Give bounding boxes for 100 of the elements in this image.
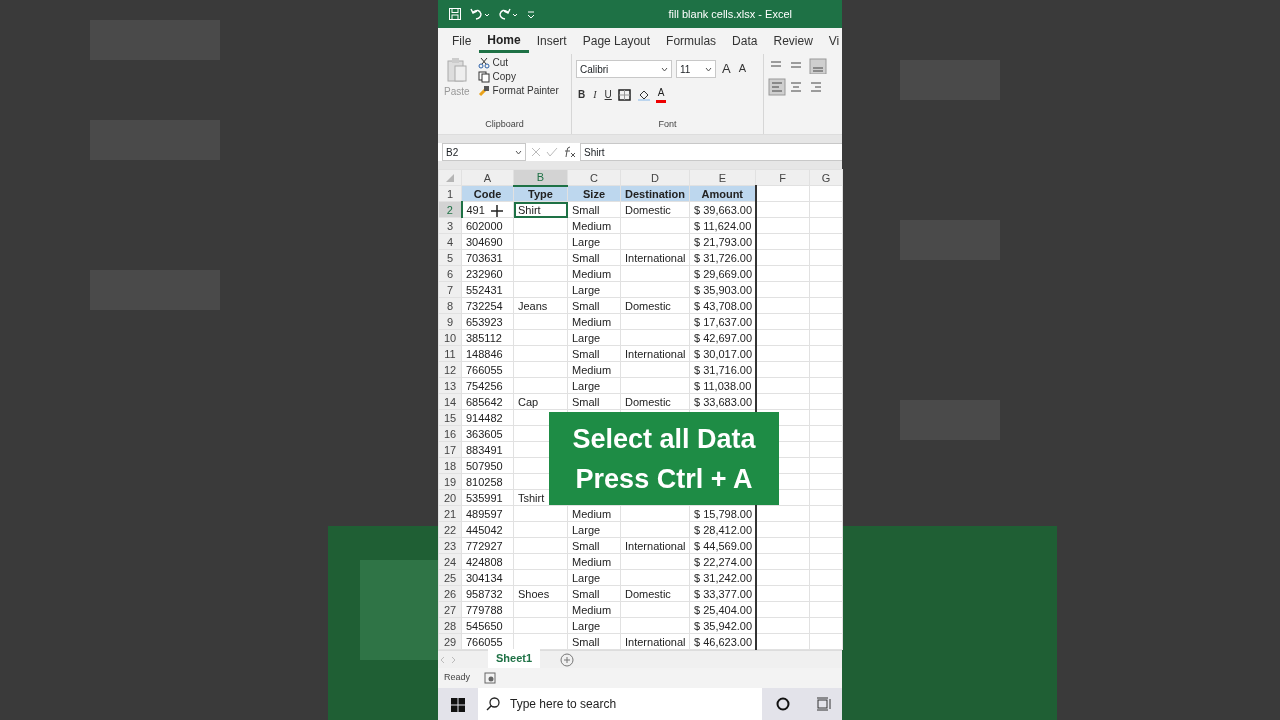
window-title: fill blank cells.xlsx - Excel (668, 6, 792, 22)
undo-icon[interactable] (470, 7, 490, 21)
table-cell: $ 42,697.00 (689, 329, 756, 346)
table-cell: 148846 (461, 345, 514, 362)
underline-button[interactable]: U (602, 87, 614, 102)
table-cell: Domestic (620, 201, 690, 218)
format-painter-button[interactable]: Format Painter (475, 84, 561, 98)
italic-button[interactable]: I (591, 87, 599, 102)
search-icon (486, 697, 500, 711)
ribbon-tab[interactable]: Vi (820, 31, 848, 51)
table-cell: 385112 (461, 329, 514, 346)
table-cell: Shirt (513, 201, 568, 218)
borders-icon[interactable] (617, 88, 632, 101)
table-cell: Medium (567, 217, 621, 234)
formula-field[interactable]: Shirt (580, 143, 842, 161)
redo-icon[interactable] (498, 7, 518, 21)
shrink-font-button[interactable]: A (736, 61, 748, 77)
table-cell: Small (567, 633, 621, 650)
font-size-field[interactable]: 11 (676, 60, 716, 78)
circle-icon[interactable] (776, 697, 790, 711)
table-cell: Large (567, 233, 621, 250)
macro-record-icon (484, 672, 496, 684)
table-cell: 304134 (461, 569, 514, 586)
table-cell: Small (567, 297, 621, 314)
column-header[interactable]: F (755, 169, 810, 186)
table-cell: Medium (567, 361, 621, 378)
caret-icon[interactable] (526, 9, 536, 19)
column-header[interactable]: B (513, 169, 568, 186)
column-header[interactable]: C (567, 169, 621, 186)
task-view-icon[interactable] (816, 697, 832, 711)
ribbon-tab[interactable]: Page Layout (574, 31, 659, 51)
table-cell: 491 (461, 201, 514, 218)
ribbon-tab[interactable]: Formulas (658, 31, 725, 51)
table-cell: Large (567, 377, 621, 394)
table-cell: 602000 (461, 217, 514, 234)
search-box[interactable]: Type here to search (478, 688, 762, 720)
align-top-icon[interactable] (768, 58, 828, 74)
table-cell: $ 28,412.00 (689, 521, 756, 538)
table-cell: International (620, 345, 690, 362)
table-cell: Small (567, 393, 621, 410)
group-label: Font (657, 117, 678, 131)
add-sheet-icon[interactable] (560, 652, 575, 667)
windows-icon (451, 697, 465, 712)
table-cell: Domestic (620, 585, 690, 602)
table-cell: 958732 (461, 585, 514, 602)
brush-icon (477, 85, 490, 97)
fill-color-icon[interactable] (635, 88, 652, 101)
table-cell: $ 31,726.00 (689, 249, 756, 266)
function-icon[interactable] (562, 146, 576, 158)
table-cell: 772927 (461, 537, 514, 554)
font-name-field[interactable]: Calibri (576, 60, 672, 78)
ribbon-tab[interactable]: Data (724, 31, 766, 51)
font-color-button[interactable]: A (655, 86, 667, 103)
table-cell: $ 22,274.00 (689, 553, 756, 570)
save-icon[interactable] (448, 7, 462, 21)
column-header[interactable]: A (461, 169, 514, 186)
caret-icon (515, 149, 522, 155)
table-cell: Large (567, 329, 621, 346)
table-cell: Small (567, 585, 621, 602)
table-cell: $ 11,038.00 (689, 377, 756, 394)
table-cell: Cap (513, 393, 568, 410)
table-cell: 232960 (461, 265, 514, 282)
table-cell: $ 29,669.00 (689, 265, 756, 282)
caret-icon (705, 66, 712, 72)
table-cell: 507950 (461, 457, 514, 474)
table-cell: $ 21,793.00 (689, 233, 756, 250)
table-cell: 779788 (461, 601, 514, 618)
column-header[interactable]: D (620, 169, 690, 186)
table-cell: $ 11,624.00 (689, 217, 756, 234)
table-cell: International (620, 537, 690, 554)
sheet-tab[interactable]: Sheet1 (488, 649, 541, 670)
cut-button[interactable]: Cut (475, 56, 561, 70)
table-cell: 754256 (461, 377, 514, 394)
check-icon[interactable] (546, 146, 558, 158)
grow-font-button[interactable]: A (720, 60, 733, 78)
table-cell: $ 33,377.00 (689, 585, 756, 602)
table-cell: Medium (567, 601, 621, 618)
column-header[interactable]: E (689, 169, 756, 186)
table-cell: Small (567, 345, 621, 362)
table-cell: Small (567, 537, 621, 554)
ribbon-tab[interactable]: File (444, 31, 480, 51)
bold-button[interactable]: B (576, 87, 588, 102)
copy-button[interactable]: Copy (475, 70, 561, 84)
table-cell: 424808 (461, 553, 514, 570)
ribbon-tab[interactable]: Insert (528, 31, 575, 51)
table-cell: 445042 (461, 521, 514, 538)
table-cell: 304690 (461, 233, 514, 250)
table-cell: Shoes (513, 585, 568, 602)
table-cell: Jeans (513, 297, 568, 314)
cursor-icon (490, 204, 504, 218)
name-box[interactable]: B2 (442, 143, 526, 161)
table-cell: 552431 (461, 281, 514, 298)
table-cell: 363605 (461, 425, 514, 442)
triangle-icon (446, 173, 454, 182)
table-cell: Medium (567, 313, 621, 330)
copy-icon (477, 71, 490, 83)
table-cell: 914482 (461, 409, 514, 426)
table-cell: 732254 (461, 297, 514, 314)
column-header[interactable]: G (809, 169, 843, 186)
ribbon-tab[interactable]: Review (765, 31, 821, 51)
